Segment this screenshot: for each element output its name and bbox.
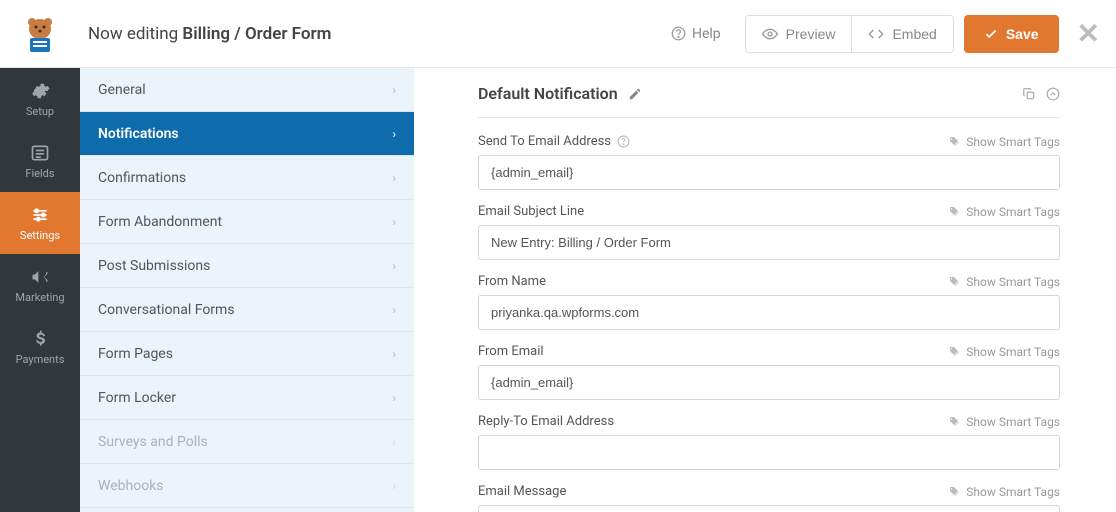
submenu-item-label: Conversational Forms	[98, 302, 235, 318]
panel-title: Default Notification	[478, 84, 642, 103]
wpforms-logo	[0, 14, 80, 54]
help-link[interactable]: Help	[655, 26, 737, 42]
submenu-item-form-locker[interactable]: Form Locker ›	[80, 376, 414, 420]
submenu-item-surveys-and-polls: Surveys and Polls ›	[80, 420, 414, 464]
editing-heading: Now editing Billing / Order Form	[88, 24, 655, 44]
close-button[interactable]: ✕	[1077, 17, 1100, 50]
field-row: From Email Show Smart Tags	[478, 344, 1060, 400]
submenu-item-label: Webhooks	[98, 478, 164, 494]
submenu-item-post-submissions[interactable]: Post Submissions ›	[80, 244, 414, 288]
submenu-item-label: Form Abandonment	[98, 214, 222, 230]
chevron-right-icon: ›	[392, 479, 396, 493]
preview-button[interactable]: Preview	[746, 16, 853, 52]
submenu-item-webhooks: Webhooks ›	[80, 464, 414, 508]
nav-item-setup[interactable]: Setup	[0, 68, 80, 130]
field-label: Reply-To Email Address	[478, 414, 614, 429]
submenu-item-label: Surveys and Polls	[98, 434, 208, 450]
nav-item-label: Settings	[20, 229, 60, 242]
field-input[interactable]	[478, 155, 1060, 190]
list-icon	[30, 143, 50, 163]
show-smart-tags[interactable]: Show Smart Tags	[948, 415, 1060, 429]
nav-item-payments[interactable]: Payments	[0, 316, 80, 378]
eye-icon	[762, 26, 778, 42]
submenu-item-form-abandonment[interactable]: Form Abandonment ›	[80, 200, 414, 244]
tags-icon	[948, 136, 960, 148]
tags-icon	[948, 206, 960, 218]
nav-item-label: Marketing	[15, 291, 64, 304]
nav-item-marketing[interactable]: Marketing	[0, 254, 80, 316]
field-row: Email Subject Line Show Smart Tags	[478, 204, 1060, 260]
submenu-item-confirmations[interactable]: Confirmations ›	[80, 156, 414, 200]
field-label: Send To Email Address	[478, 134, 630, 149]
tags-icon	[948, 416, 960, 428]
submenu-item-general[interactable]: General ›	[80, 68, 414, 112]
field-row: Send To Email Address Show Smart Tags	[478, 134, 1060, 190]
show-smart-tags[interactable]: Show Smart Tags	[948, 135, 1060, 149]
submenu-item-notifications[interactable]: Notifications ›	[80, 112, 414, 156]
chevron-right-icon: ›	[392, 435, 396, 449]
tags-icon	[948, 276, 960, 288]
field-textarea[interactable]: {all_fields}	[478, 505, 1060, 512]
embed-button[interactable]: Embed	[852, 16, 952, 52]
dollar-icon	[30, 329, 50, 349]
chevron-right-icon: ›	[392, 259, 396, 273]
field-label: From Name	[478, 274, 546, 289]
code-icon	[868, 26, 884, 42]
chevron-right-icon: ›	[392, 303, 396, 317]
field-input[interactable]	[478, 295, 1060, 330]
submenu-item-label: Notifications	[98, 126, 179, 142]
submenu-item-label: Form Locker	[98, 390, 176, 406]
chevron-right-icon: ›	[392, 171, 396, 185]
submenu-item-label: Form Pages	[98, 346, 173, 362]
chevron-right-icon: ›	[392, 127, 396, 141]
submenu-item-form-pages[interactable]: Form Pages ›	[80, 332, 414, 376]
help-icon[interactable]	[617, 135, 630, 148]
nav-item-label: Payments	[16, 353, 65, 366]
submenu-item-label: Post Submissions	[98, 258, 210, 274]
field-input[interactable]	[478, 225, 1060, 260]
field-input[interactable]	[478, 365, 1060, 400]
nav-item-label: Setup	[26, 105, 54, 118]
check-icon	[984, 27, 998, 41]
submenu-item-label: General	[98, 82, 146, 98]
field-row: Reply-To Email Address Show Smart Tags	[478, 414, 1060, 470]
field-row: From Name Show Smart Tags	[478, 274, 1060, 330]
submenu-item-label: Confirmations	[98, 170, 186, 186]
chevron-right-icon: ›	[392, 215, 396, 229]
field-label: From Email	[478, 344, 544, 359]
nav-item-fields[interactable]: Fields	[0, 130, 80, 192]
field-label: Email Message	[478, 484, 566, 499]
chevron-right-icon: ›	[392, 347, 396, 361]
pencil-icon[interactable]	[628, 87, 642, 101]
tags-icon	[948, 346, 960, 358]
submenu-item-conversational-forms[interactable]: Conversational Forms ›	[80, 288, 414, 332]
save-button[interactable]: Save	[964, 15, 1059, 53]
tags-icon	[948, 486, 960, 498]
nav-item-settings[interactable]: Settings	[0, 192, 80, 254]
field-input[interactable]	[478, 435, 1060, 470]
collapse-icon[interactable]	[1046, 87, 1060, 101]
copy-icon[interactable]	[1022, 87, 1036, 101]
nav-item-label: Fields	[25, 167, 54, 180]
gear-icon	[30, 81, 50, 101]
field-label: Email Subject Line	[478, 204, 584, 219]
show-smart-tags[interactable]: Show Smart Tags	[948, 205, 1060, 219]
help-icon	[671, 26, 686, 41]
show-smart-tags[interactable]: Show Smart Tags	[948, 275, 1060, 289]
chevron-right-icon: ›	[392, 83, 396, 97]
chevron-right-icon: ›	[392, 391, 396, 405]
show-smart-tags[interactable]: Show Smart Tags	[948, 485, 1060, 499]
field-row: Email Message Show Smart Tags {all_field…	[478, 484, 1060, 512]
sliders-icon	[30, 205, 50, 225]
show-smart-tags[interactable]: Show Smart Tags	[948, 345, 1060, 359]
bullhorn-icon	[30, 267, 50, 287]
